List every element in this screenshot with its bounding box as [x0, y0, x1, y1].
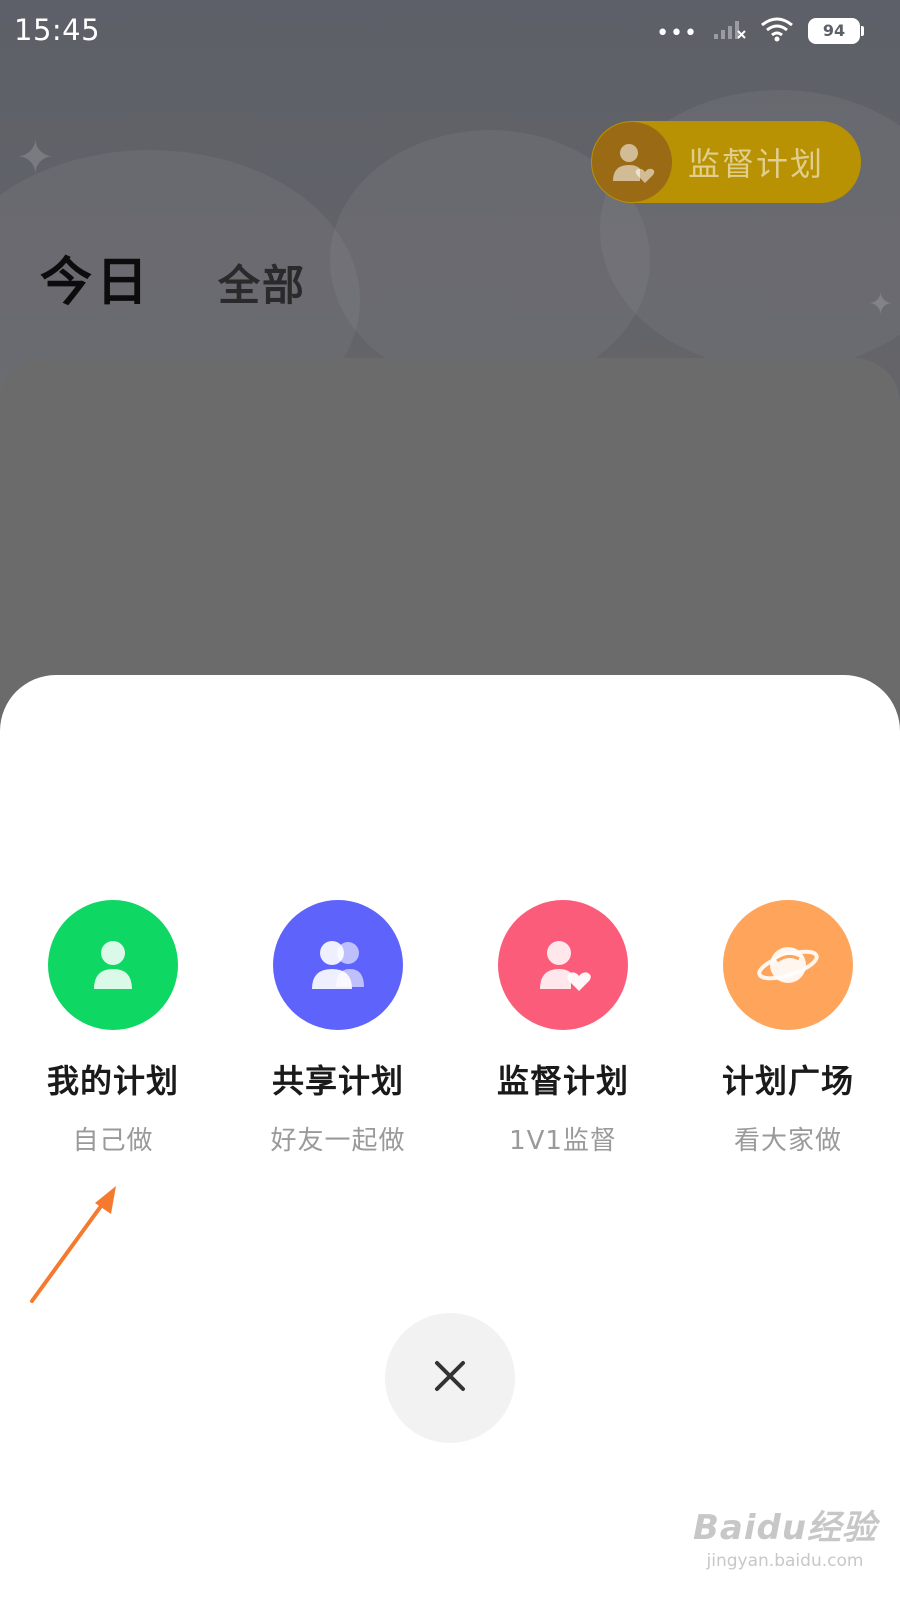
person-heart-icon — [498, 900, 628, 1030]
tab-today[interactable]: 今日 — [40, 240, 152, 315]
create-plan-sheet: 我的计划 自己做 共享计划 好友一起做 监督计划 1V1监督 计划广场 看大家做 — [0, 675, 900, 1600]
tab-all[interactable]: 全部 — [218, 252, 306, 313]
baidu-watermark-logo: Baidu经验 jingyan.baidu.com — [690, 1500, 880, 1571]
background-app: ✦ ✦ 15:45 ••• 94 监督计划 今日 全部 — [0, 0, 900, 700]
supervise-plan-button[interactable]: 监督计划 — [591, 121, 861, 203]
option-subtitle: 1V1监督 — [509, 1126, 617, 1156]
option-title: 监督计划 — [496, 1062, 629, 1100]
status-bar: 15:45 ••• 94 — [0, 0, 900, 64]
status-dots: ••• — [656, 20, 698, 46]
close-icon — [433, 1359, 467, 1397]
watermark-url: jingyan.baidu.com — [706, 1551, 864, 1571]
sparkle-icon: ✦ — [868, 287, 894, 322]
battery-icon: 94 — [808, 18, 864, 44]
option-subtitle: 好友一起做 — [270, 1126, 406, 1156]
option-title: 计划广场 — [721, 1062, 854, 1100]
plan-tabs: 今日 全部 — [40, 240, 306, 315]
option-subtitle: 看大家做 — [733, 1126, 842, 1156]
people-icon — [273, 900, 403, 1030]
planet-icon — [723, 900, 853, 1030]
signal-icon — [712, 17, 746, 45]
option-subtitle: 自己做 — [72, 1126, 154, 1156]
option-plan-square[interactable]: 计划广场 看大家做 — [678, 900, 898, 1157]
supervise-plan-label: 监督计划 — [688, 145, 825, 183]
option-my-plan[interactable]: 我的计划 自己做 — [3, 900, 223, 1157]
wifi-icon — [760, 16, 794, 46]
status-time: 15:45 — [14, 13, 101, 47]
option-title: 共享计划 — [271, 1062, 404, 1100]
option-shared-plan[interactable]: 共享计划 好友一起做 — [228, 900, 448, 1157]
sparkle-icon: ✦ — [16, 130, 55, 184]
plan-list-card — [0, 358, 900, 700]
watermark-brand: Baidu经验 — [692, 1508, 878, 1548]
option-supervise-plan[interactable]: 监督计划 1V1监督 — [453, 900, 673, 1157]
status-icons: ••• 94 — [656, 16, 864, 46]
option-title: 我的计划 — [46, 1062, 179, 1100]
plan-type-options: 我的计划 自己做 共享计划 好友一起做 监督计划 1V1监督 计划广场 看大家做 — [0, 900, 900, 1170]
person-icon — [48, 900, 178, 1030]
close-button[interactable] — [385, 1313, 515, 1443]
person-heart-icon — [592, 122, 672, 202]
